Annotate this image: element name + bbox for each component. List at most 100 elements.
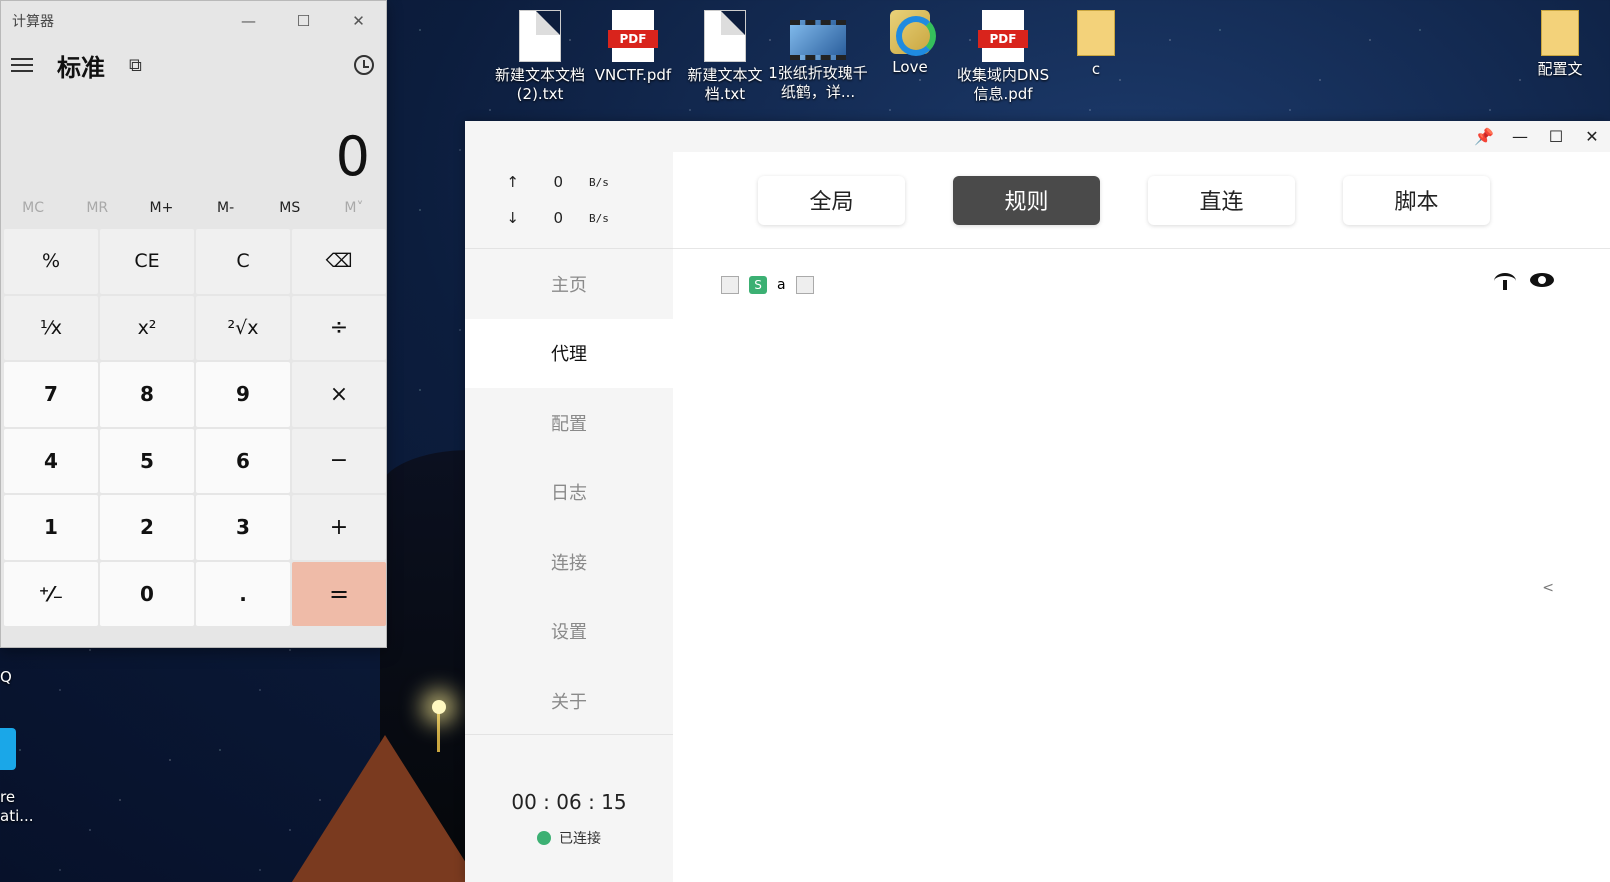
- decimal-button[interactable]: .: [196, 561, 290, 626]
- desktop-icon-label: Love: [892, 58, 928, 76]
- desktop-icon-vnctf-pdf[interactable]: PDF VNCTF.pdf: [583, 10, 683, 85]
- clash-titlebar[interactable]: 📌 — ☐ ✕: [465, 121, 1610, 152]
- negate-button[interactable]: ⁺⁄₋: [4, 561, 98, 626]
- minimize-button[interactable]: —: [221, 1, 276, 41]
- collapse-arrow-icon[interactable]: <: [1542, 580, 1554, 596]
- status-text: 已连接: [559, 831, 601, 847]
- reciprocal-button[interactable]: ¹⁄x: [4, 295, 98, 360]
- desktop-icon-label: 1张纸折玫瑰千纸鹤，详...: [768, 64, 868, 101]
- mode-direct-button[interactable]: 直连: [1148, 175, 1295, 225]
- memory-recall-button[interactable]: MR: [65, 200, 129, 216]
- pin-icon[interactable]: 📌: [1466, 127, 1502, 146]
- digit-6-button[interactable]: 6: [196, 428, 290, 493]
- close-button[interactable]: ✕: [1574, 127, 1610, 146]
- digit-3-button[interactable]: 3: [196, 495, 290, 560]
- desktop-icon-label-ati: ati...: [0, 807, 34, 825]
- desktop-icon-video[interactable]: 1张纸折玫瑰千纸鹤，详...: [768, 10, 868, 102]
- download-unit: B/s: [589, 211, 609, 225]
- digit-9-button[interactable]: 9: [196, 362, 290, 427]
- add-button[interactable]: +: [292, 495, 386, 560]
- wallpaper-lamp: [432, 700, 446, 714]
- mode-global-button[interactable]: 全局: [758, 175, 905, 225]
- keep-on-top-icon[interactable]: ⧉: [129, 55, 142, 76]
- memory-subtract-button[interactable]: M-: [194, 200, 258, 216]
- divide-button[interactable]: ÷: [292, 295, 386, 360]
- edge-browser-icon: [890, 10, 936, 56]
- mode-rule-button[interactable]: 规则: [953, 175, 1100, 225]
- broken-image-icon: [721, 276, 739, 294]
- clash-main: 全局 规则 直连 脚本 S a <: [673, 152, 1610, 882]
- proxy-actions: [1494, 273, 1554, 290]
- text-file-icon: [704, 10, 746, 62]
- calculator-window: 计算器 — ☐ ✕ 标准 ⧉ 0 MC MR M+ M- MS M˅ % CE …: [0, 0, 387, 648]
- visibility-eye-icon[interactable]: [1530, 273, 1554, 287]
- desktop-icon-love[interactable]: Love: [860, 10, 960, 77]
- calculator-mode-title: 标准: [57, 53, 105, 82]
- desktop-icon-label: 配置文: [1537, 60, 1583, 78]
- equals-button[interactable]: =: [292, 561, 386, 626]
- history-icon[interactable]: [354, 55, 374, 75]
- subtract-button[interactable]: −: [292, 428, 386, 493]
- memory-row: MC MR M+ M- MS M˅: [1, 189, 386, 227]
- calculator-titlebar[interactable]: 计算器 — ☐ ✕: [1, 1, 386, 41]
- desktop-icon-label: c: [1091, 60, 1101, 78]
- percent-button[interactable]: %: [4, 229, 98, 294]
- memory-list-button[interactable]: M˅: [322, 200, 386, 216]
- nav-item-logs[interactable]: 日志: [465, 458, 673, 528]
- calculator-title: 计算器: [12, 14, 54, 30]
- memory-add-button[interactable]: M+: [129, 200, 193, 216]
- memory-store-button[interactable]: MS: [258, 200, 322, 216]
- menu-icon[interactable]: [11, 58, 33, 72]
- digit-2-button[interactable]: 2: [100, 495, 194, 560]
- square-root-button[interactable]: ²√x: [196, 295, 290, 360]
- digit-8-button[interactable]: 8: [100, 362, 194, 427]
- proxy-group-row[interactable]: S a: [673, 265, 1610, 305]
- backspace-button[interactable]: ⌫: [292, 229, 386, 294]
- nav-item-profiles[interactable]: 配置: [465, 388, 673, 458]
- nav-item-connections[interactable]: 连接: [465, 527, 673, 597]
- maximize-button[interactable]: ☐: [276, 1, 331, 41]
- download-value: 0: [553, 209, 563, 227]
- close-button[interactable]: ✕: [331, 1, 386, 41]
- wallpaper-lamp-pole: [437, 712, 440, 752]
- digit-1-button[interactable]: 1: [4, 495, 98, 560]
- latency-test-icon[interactable]: [1494, 273, 1516, 290]
- nav-item-home[interactable]: 主页: [465, 249, 673, 319]
- upload-speed: ↑ 0 B/s: [465, 164, 673, 200]
- desktop-icon-c[interactable]: c: [1046, 10, 1146, 79]
- clear-button[interactable]: C: [196, 229, 290, 294]
- desktop-icon-config[interactable]: 配置文: [1510, 10, 1610, 79]
- connection-status-panel: 00 : 06 : 15 已连接: [465, 734, 673, 882]
- minimize-button[interactable]: —: [1502, 127, 1538, 146]
- memory-clear-button[interactable]: MC: [1, 200, 65, 216]
- digit-0-button[interactable]: 0: [100, 561, 194, 626]
- folder-icon: [1541, 10, 1579, 56]
- uptime-timer: 00 : 06 : 15: [511, 790, 627, 814]
- text-file-icon: [519, 10, 561, 62]
- digit-7-button[interactable]: 7: [4, 362, 98, 427]
- multiply-button[interactable]: ×: [292, 362, 386, 427]
- desktop-icon-dns-pdf[interactable]: PDF 收集域内DNS信息.pdf: [953, 10, 1053, 104]
- broken-image-icon: [795, 276, 814, 294]
- connection-status: 已连接: [465, 828, 673, 848]
- square-button[interactable]: x²: [100, 295, 194, 360]
- nav-item-about[interactable]: 关于: [465, 666, 673, 736]
- upload-unit: B/s: [589, 175, 609, 189]
- desktop-icon-txt-2[interactable]: 新建文本文档 (2).txt: [490, 10, 590, 104]
- desktop-icon-txt[interactable]: 新建文本文档.txt: [675, 10, 775, 104]
- wallpaper-tent: [290, 735, 480, 882]
- app-shortcut-icon[interactable]: [0, 728, 16, 770]
- nav-item-settings[interactable]: 设置: [465, 597, 673, 667]
- video-file-icon: [790, 20, 846, 60]
- digit-4-button[interactable]: 4: [4, 428, 98, 493]
- mode-script-button[interactable]: 脚本: [1343, 175, 1490, 225]
- nav-item-proxies[interactable]: 代理: [465, 318, 673, 388]
- maximize-button[interactable]: ☐: [1538, 127, 1574, 146]
- desktop-icon-label: 收集域内DNS信息.pdf: [956, 66, 1050, 103]
- digit-5-button[interactable]: 5: [100, 428, 194, 493]
- desktop-icon-label-q: Q: [0, 668, 12, 686]
- mode-selector: 全局 规则 直连 脚本: [673, 152, 1610, 249]
- upload-arrow-icon: ↑: [506, 173, 519, 191]
- clear-entry-button[interactable]: CE: [100, 229, 194, 294]
- calculator-header: 标准 ⧉: [1, 41, 386, 89]
